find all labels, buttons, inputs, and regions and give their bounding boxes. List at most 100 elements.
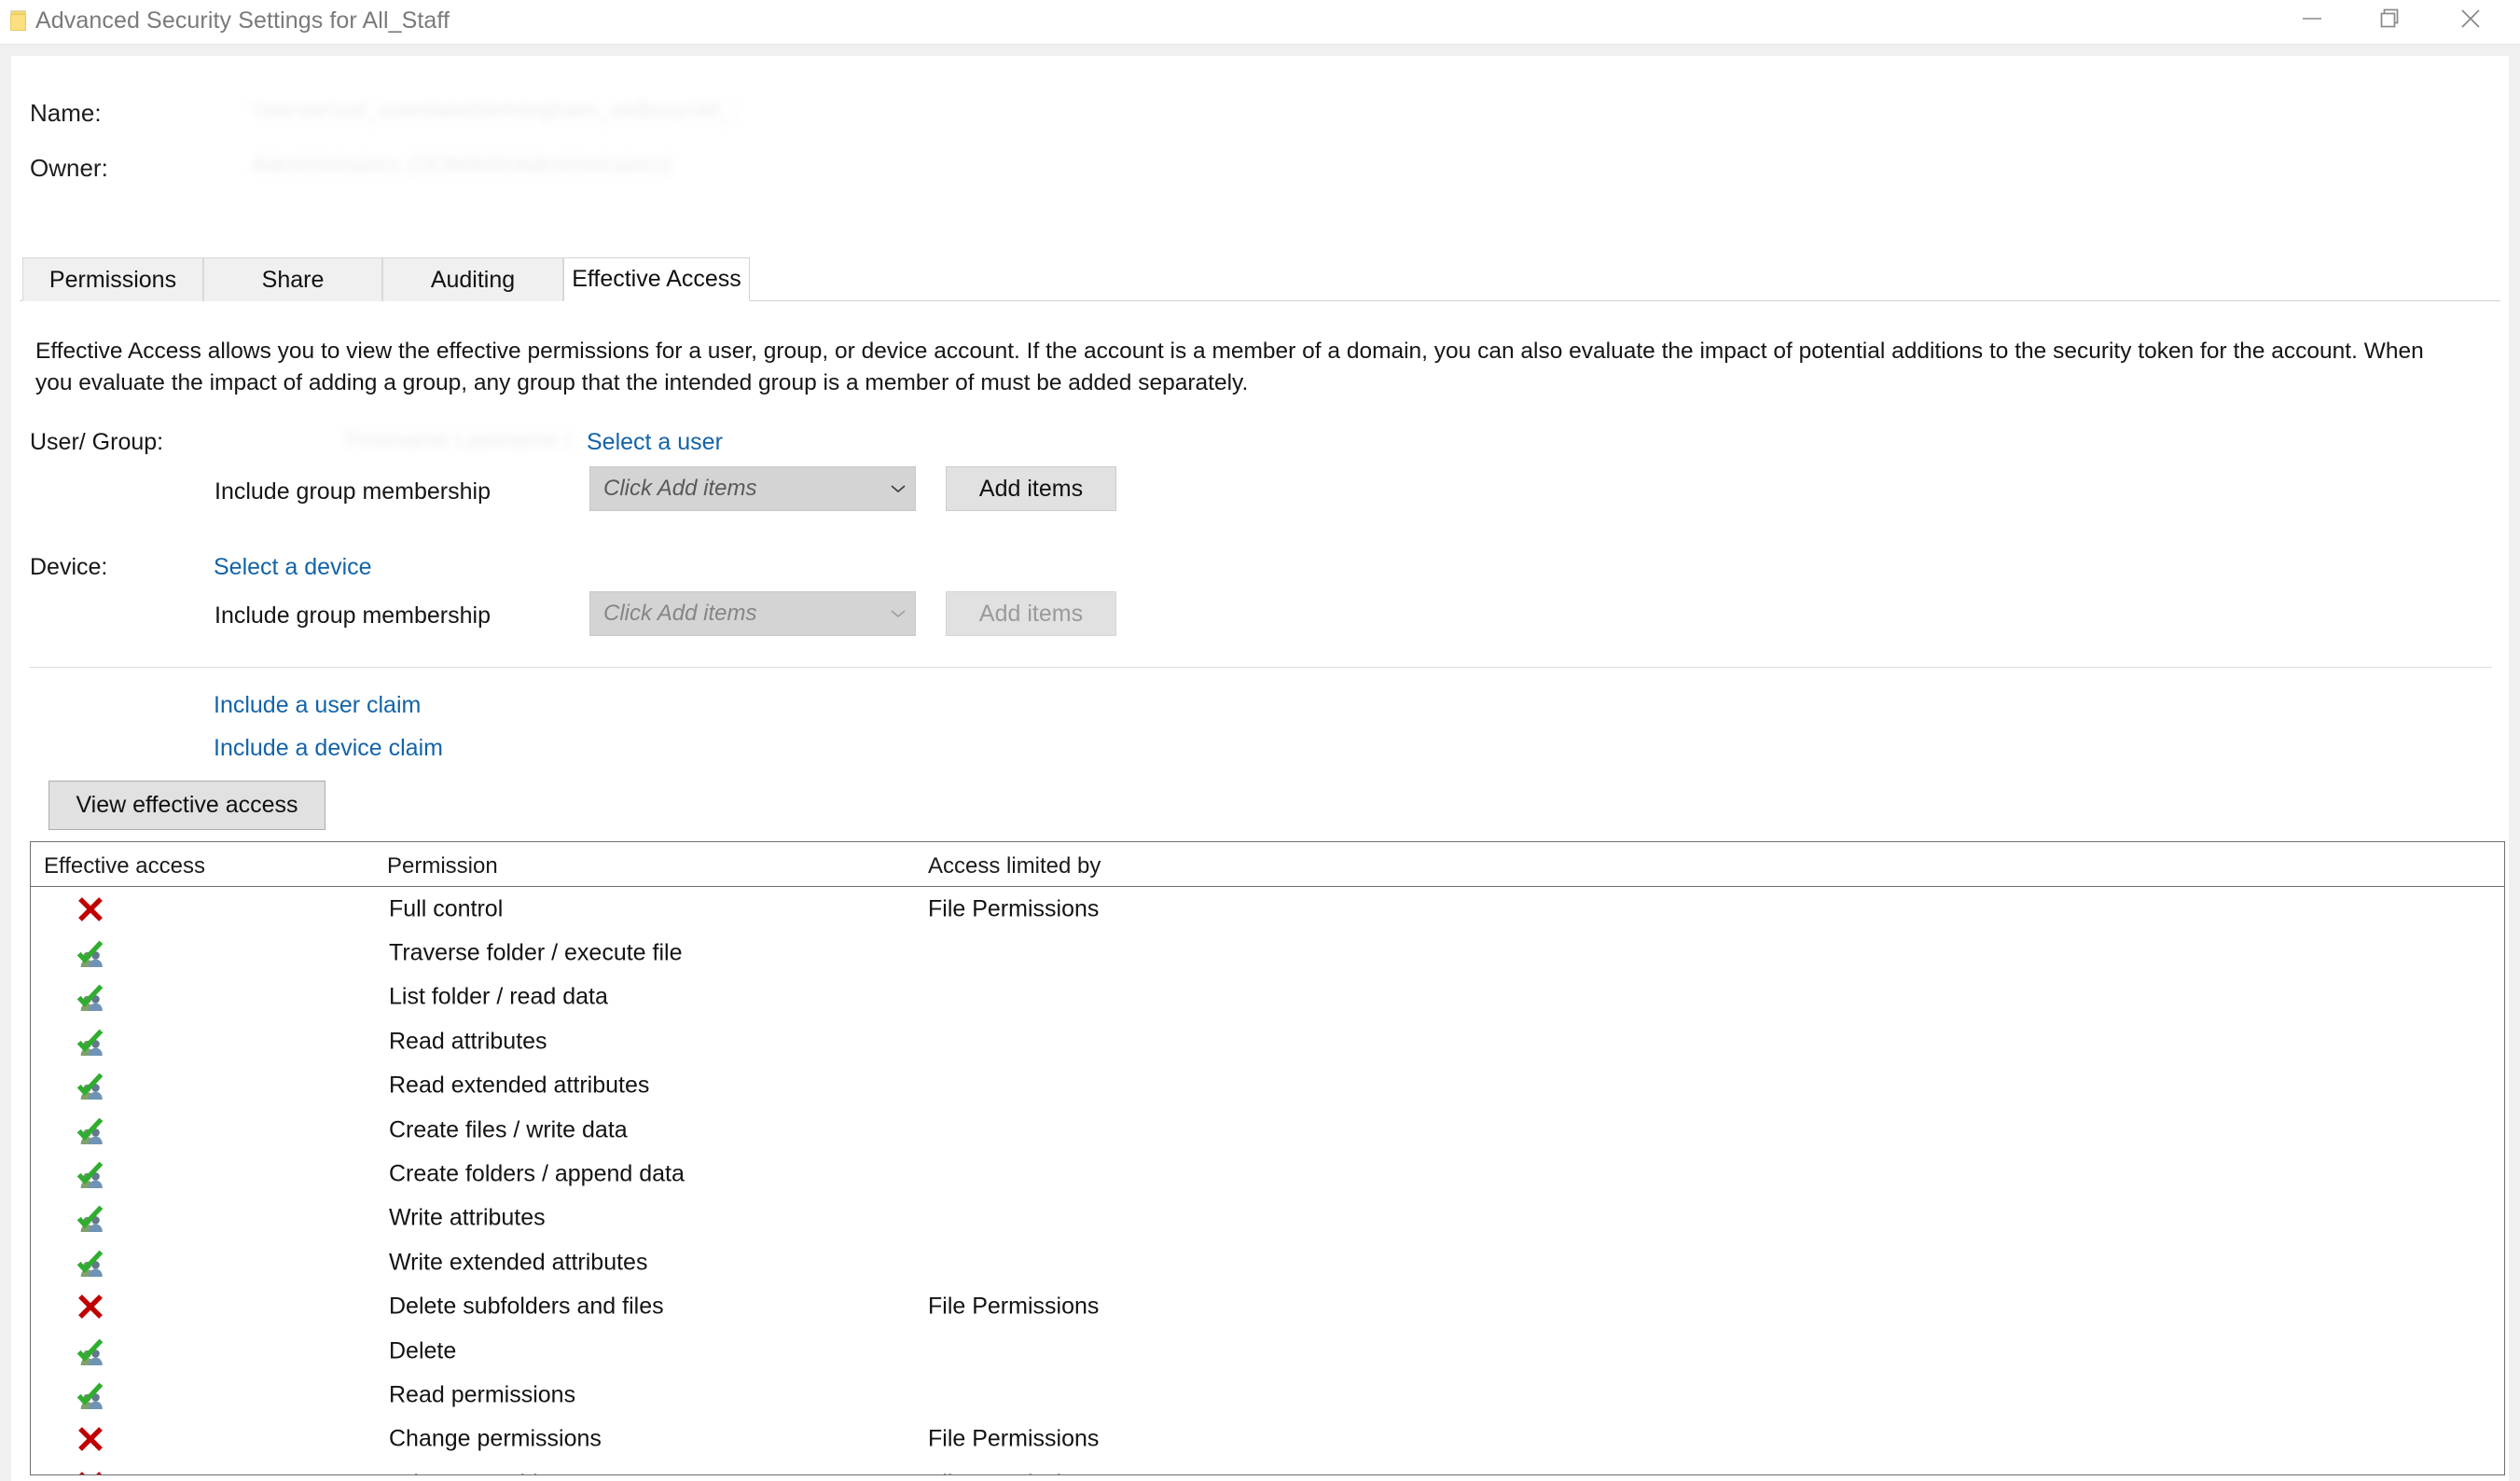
user-group-membership-dropdown[interactable]: Click Add items	[589, 466, 916, 511]
tab-share[interactable]: Share	[203, 257, 382, 301]
table-body: Full control File Permissions Traverse fol…	[31, 887, 2504, 1474]
chevron-down-icon	[881, 483, 915, 494]
cell-permission: Change permissions	[389, 1425, 602, 1452]
table-row[interactable]: Traverse folder / execute file	[31, 931, 2504, 975]
allow-users-check-icon	[76, 940, 104, 968]
allow-users-check-icon	[75, 1379, 106, 1411]
table-row[interactable]: Take ownership File Permissions	[31, 1461, 2504, 1474]
effective-access-description: Effective Access allows you to view the …	[35, 339, 2424, 395]
allow-users-check-icon	[76, 1206, 104, 1233]
device-group-membership-placeholder: Click Add items	[603, 601, 757, 626]
deny-x-icon	[75, 1468, 106, 1474]
include-user-claim-link[interactable]: Include a user claim	[214, 692, 421, 719]
title-bar: Advanced Security Settings for All_Staff	[0, 0, 2520, 44]
table-row[interactable]: List folder / read data	[31, 976, 2504, 1019]
allow-users-check-icon	[76, 1117, 104, 1144]
device-include-group-membership-label: Include group membership	[215, 602, 491, 629]
tab-effective-access[interactable]: Effective Access	[563, 257, 750, 301]
close-button[interactable]	[2434, 0, 2507, 37]
tab-effective-access-label: Effective Access	[572, 266, 741, 292]
view-effective-access-button[interactable]: View effective access	[48, 781, 325, 830]
select-a-user-link[interactable]: Select a user	[587, 429, 723, 456]
deny-x-icon	[78, 1294, 103, 1320]
allow-users-check-icon	[76, 985, 104, 1012]
allow-users-check-icon	[75, 1336, 106, 1367]
allow-users-check-icon	[76, 1338, 104, 1365]
user-group-membership-placeholder: Click Add items	[603, 476, 757, 501]
allow-users-check-icon	[75, 1202, 106, 1234]
table-row[interactable]: Change permissions File Permissions	[31, 1418, 2504, 1461]
allow-users-check-icon	[75, 981, 106, 1013]
table-row[interactable]: Full control File Permissions	[31, 887, 2504, 931]
cell-access-limited-by: File Permissions	[928, 895, 1100, 922]
cell-access-limited-by: File Permissions	[928, 1470, 1099, 1474]
cell-permission: Read permissions	[389, 1381, 576, 1408]
device-label: Device:	[30, 554, 108, 580]
dialog-body: Name: \\server\vol_userdata\birmingham_o…	[0, 44, 2520, 1481]
include-device-claim-link[interactable]: Include a device claim	[214, 735, 443, 762]
allow-users-check-icon	[75, 937, 106, 969]
column-header-permission: Permission	[387, 853, 498, 879]
user-add-items-button[interactable]: Add items	[946, 466, 1116, 511]
device-group-membership-dropdown: Click Add items	[589, 591, 916, 636]
cell-permission: Delete	[389, 1337, 457, 1364]
restore-button[interactable]	[2354, 0, 2427, 37]
table-row[interactable]: Read extended attributes	[31, 1064, 2504, 1108]
cell-permission: Take ownership	[389, 1470, 551, 1474]
advanced-security-settings-dialog: Advanced Security Settings for All_Staff	[0, 0, 2520, 1481]
cell-access-limited-by: File Permissions	[928, 1293, 1100, 1320]
allow-users-check-icon	[76, 1161, 104, 1189]
name-label: Name:	[30, 99, 102, 127]
table-row[interactable]: Write attributes	[31, 1197, 2504, 1240]
device-add-items-label: Add items	[978, 600, 1084, 627]
dialog-content: Name: \\server\vol_userdata\birmingham_o…	[11, 56, 2509, 1481]
cell-permission: Create folders / append data	[389, 1160, 685, 1187]
user-include-group-membership-label: Include group membership	[215, 478, 491, 505]
cell-permission: Traverse folder / execute file	[389, 939, 683, 966]
tab-permissions[interactable]: Permissions	[22, 257, 203, 301]
column-header-access-limited-by: Access limited by	[928, 853, 1101, 879]
deny-x-icon	[75, 1423, 106, 1455]
window-title: Advanced Security Settings for All_Staff	[35, 7, 450, 34]
cell-permission: Create files / write data	[389, 1116, 628, 1143]
allow-users-check-icon	[75, 1070, 106, 1101]
cell-permission: Read extended attributes	[389, 1072, 650, 1099]
table-row[interactable]: Delete subfolders and files File Permissi…	[31, 1285, 2504, 1329]
table-row[interactable]: Write extended attributes	[31, 1240, 2504, 1284]
chevron-down-icon	[881, 608, 915, 619]
allow-users-check-icon	[76, 1382, 104, 1409]
deny-x-icon	[75, 1291, 106, 1322]
cell-permission: Full control	[389, 895, 504, 922]
view-effective-access-label: View effective access	[76, 792, 298, 818]
name-value-redacted: \\server\vol_userdata\birmingham_oldbury…	[252, 97, 737, 124]
allow-users-check-icon	[76, 1250, 104, 1277]
cell-permission: Delete subfolders and files	[389, 1293, 664, 1320]
deny-x-icon	[78, 1427, 103, 1452]
cell-permission: Write attributes	[389, 1204, 546, 1231]
allow-users-check-icon	[76, 1029, 104, 1056]
allow-users-check-icon	[75, 1158, 106, 1190]
tab-auditing[interactable]: Auditing	[382, 257, 563, 301]
owner-value-redacted: Administrators (DOMAIN\Administrators)	[252, 152, 737, 179]
tab-permissions-label: Permissions	[48, 266, 177, 293]
table-row[interactable]: Create folders / append data	[31, 1152, 2504, 1196]
table-row[interactable]: Create files / write data	[31, 1108, 2504, 1152]
allow-users-check-icon	[75, 1114, 106, 1146]
table-row[interactable]: Read attributes	[31, 1019, 2504, 1063]
table-row[interactable]: Read permissions	[31, 1373, 2504, 1417]
deny-x-icon	[78, 1471, 103, 1474]
section-divider	[30, 667, 2492, 668]
table-row[interactable]: Delete	[31, 1329, 2504, 1373]
user-group-value-redacted: Firstname Lastname (flastname@domain.loc…	[345, 427, 569, 459]
owner-label: Owner:	[30, 154, 108, 182]
tab-share-label: Share	[261, 266, 325, 293]
deny-x-icon	[78, 896, 103, 921]
minimize-button[interactable]	[2276, 0, 2348, 37]
table-header-row: Effective access Permission Access limit…	[31, 842, 2504, 887]
select-a-device-link[interactable]: Select a device	[214, 554, 372, 581]
deny-x-icon	[75, 893, 106, 925]
tab-strip: Permissions Share Auditing Effective Acc…	[20, 257, 2500, 301]
user-add-items-label: Add items	[978, 475, 1084, 502]
folder-icon	[10, 10, 26, 31]
user-group-label: User/ Group:	[30, 429, 164, 455]
